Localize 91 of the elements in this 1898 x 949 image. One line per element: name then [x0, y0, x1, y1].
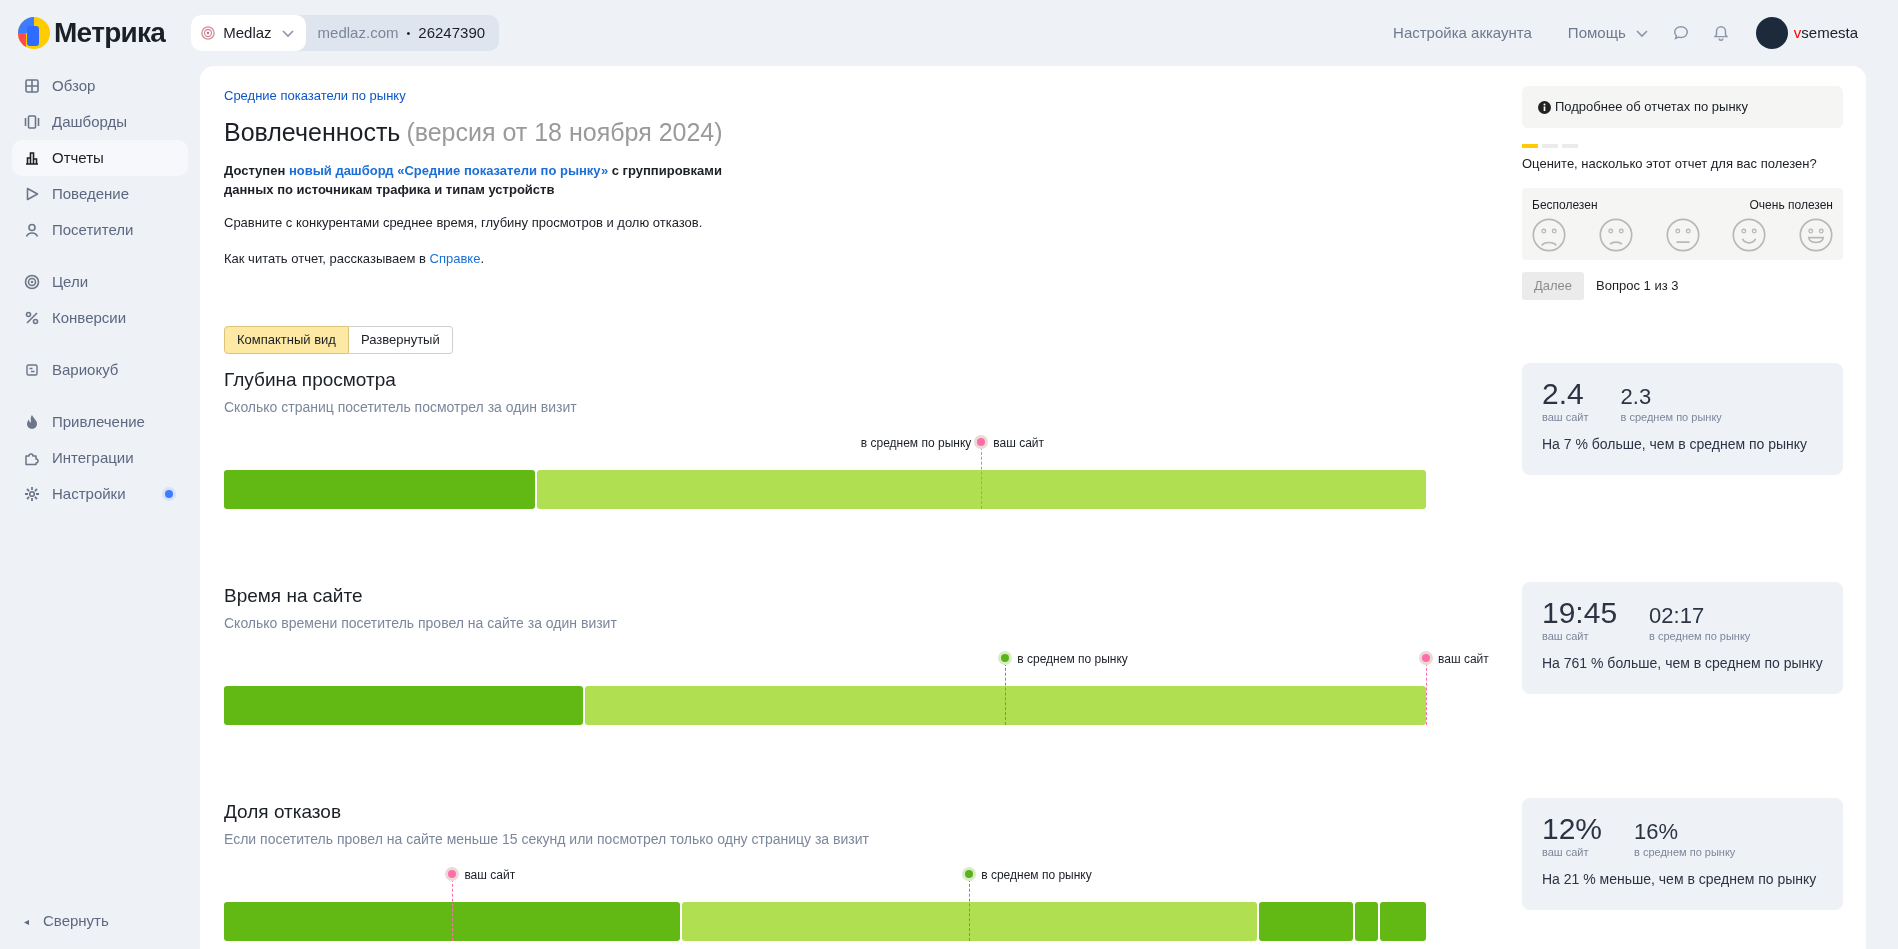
sidebar-item[interactable]: Поведение: [12, 176, 188, 212]
user-icon: [24, 222, 40, 238]
face-rating-icon[interactable]: [1532, 217, 1566, 252]
section-subtitle: Если посетитель провел на сайте меньше 15 секунд или посмотрел только одну страницу за визит: [224, 829, 869, 849]
logo-text: Метрика: [54, 16, 166, 50]
sidebar-item[interactable]: Вариокуб: [12, 352, 188, 388]
sidebar-item[interactable]: Привлечение: [12, 404, 188, 440]
market-label: в среднем по рынку: [1649, 629, 1751, 644]
play-icon: [24, 186, 40, 202]
bell-icon[interactable]: [1711, 24, 1730, 42]
avatar[interactable]: [1755, 17, 1788, 49]
notice-text: Доступен новый дашборд «Средние показатели по рынку» с группировками данных по источникам трафика и типам устройств: [224, 162, 723, 199]
description-text: Сравните с конкурентами среднее время, глубину просмотров и долю отказов.: [224, 214, 704, 232]
scale-low-label: Бесполезен: [1532, 196, 1598, 214]
site-marker: [974, 434, 989, 449]
question-counter: Вопрос 1 из 3: [1596, 276, 1679, 295]
counter-id: 26247390: [418, 22, 486, 43]
marker-label: в среднем по рынку: [1017, 650, 1128, 668]
dashboard-icon: [24, 114, 40, 130]
market-value: 2.3: [1620, 385, 1653, 409]
site-label: ваш сайт: [1542, 845, 1590, 860]
table-icon: [24, 362, 40, 378]
marker-label: в среднем по рынку: [981, 866, 1092, 884]
marker-label: ваш сайт: [1438, 650, 1489, 668]
help-menu[interactable]: Помощь: [1567, 21, 1650, 45]
target-icon: [24, 274, 40, 290]
marker-label: ваш сайт: [464, 866, 516, 884]
view-tab[interactable]: Развернутый: [348, 326, 453, 354]
section-title: Время на сайте: [224, 584, 363, 608]
scale-high-label: Очень полезен: [1749, 196, 1833, 214]
info-icon: [1538, 100, 1551, 114]
site-marker: [445, 866, 460, 881]
sidebar-item[interactable]: Интеграции: [12, 440, 188, 476]
sidebar-item[interactable]: Цели: [12, 264, 188, 300]
sidebar-item[interactable]: Настройки: [12, 476, 188, 512]
section-subtitle: Сколько страниц посетитель посмотрел за один визит: [224, 397, 577, 417]
site-marker: [1419, 650, 1433, 665]
face-rating-icon[interactable]: [1799, 217, 1833, 252]
bar-chart-icon: [24, 150, 40, 166]
logo-icon: [18, 17, 50, 49]
grid-icon: [24, 78, 40, 94]
info-link[interactable]: Подробнее об отчетах по рынку: [1522, 86, 1843, 128]
bar-segment: [1355, 901, 1378, 941]
counter-domain: medlaz.com: [317, 22, 399, 43]
view-tab[interactable]: Компактный вид: [224, 326, 349, 354]
comparison-text: На 21 % меньше, чем в среднем по рынку: [1542, 869, 1818, 889]
percent-icon: [24, 310, 40, 326]
face-rating-icon[interactable]: [1598, 217, 1633, 252]
username[interactable]: vsemesta: [1793, 21, 1858, 45]
site-value: 19:45: [1542, 598, 1618, 628]
market-marker: [962, 866, 977, 881]
section-subtitle: Сколько времени посетитель провел на сайте за один визит: [224, 613, 617, 633]
account-settings-link[interactable]: Настройка аккаунта: [1393, 21, 1532, 45]
face-rating-icon[interactable]: [1732, 217, 1767, 252]
marker-label: ваш сайт: [993, 434, 1044, 452]
market-value: 16%: [1634, 820, 1680, 844]
chat-icon[interactable]: [1671, 24, 1690, 42]
sidebar-item[interactable]: Обзор: [12, 68, 188, 104]
face-rating-icon[interactable]: [1665, 217, 1700, 252]
separator-dot: •: [406, 25, 411, 41]
site-value: 12%: [1542, 814, 1603, 844]
site-label: ваш сайт: [1542, 410, 1589, 425]
puzzle-icon: [24, 450, 40, 466]
counter-name: Medlaz: [223, 22, 272, 43]
settings-icon: [24, 486, 40, 502]
sidebar-item[interactable]: Посетители: [12, 212, 188, 248]
sidebar-item[interactable]: Отчеты: [12, 140, 188, 176]
sidebar-item[interactable]: Дашборды: [12, 104, 188, 140]
market-label: в среднем по рынку: [1634, 845, 1736, 860]
market-label: в среднем по рынку: [1620, 410, 1722, 425]
counter-selector[interactable]: Medlaz medlaz.com • 26247390: [191, 15, 500, 51]
comparison-text: На 761 % больше, чем в среднем по рынку: [1542, 653, 1823, 673]
survey-question: Оцените, насколько этот отчет для вас полезен?: [1522, 155, 1818, 173]
sidebar-item[interactable]: Конверсии: [12, 300, 188, 336]
page-title: Вовлеченность: [224, 116, 401, 147]
dashboard-link[interactable]: новый дашборд «Средние показатели по рынку»: [288, 163, 609, 178]
market-value: 02:17: [1649, 604, 1706, 628]
flame-icon: [24, 414, 40, 430]
target-icon: [201, 26, 216, 40]
site-label: ваш сайт: [1542, 629, 1590, 644]
breadcrumb-link[interactable]: Средние показатели по рынку: [224, 86, 406, 106]
collapse-button[interactable]: ◂ Свернуть: [12, 903, 188, 939]
section-title: Доля отказов: [224, 800, 341, 824]
market-marker: [998, 650, 1013, 665]
version-note: (версия от 18 ноября 2024): [406, 116, 723, 148]
bar-segment: [1380, 901, 1426, 941]
section-title: Глубина просмотра: [224, 368, 396, 392]
site-value: 2.4: [1542, 379, 1585, 409]
marker-label: в среднем по рынку: [860, 434, 972, 452]
help-text: Как читать отчет, рассказываем в Справке.: [224, 249, 486, 268]
comparison-text: На 7 % больше, чем в среднем по рынку: [1542, 434, 1809, 454]
